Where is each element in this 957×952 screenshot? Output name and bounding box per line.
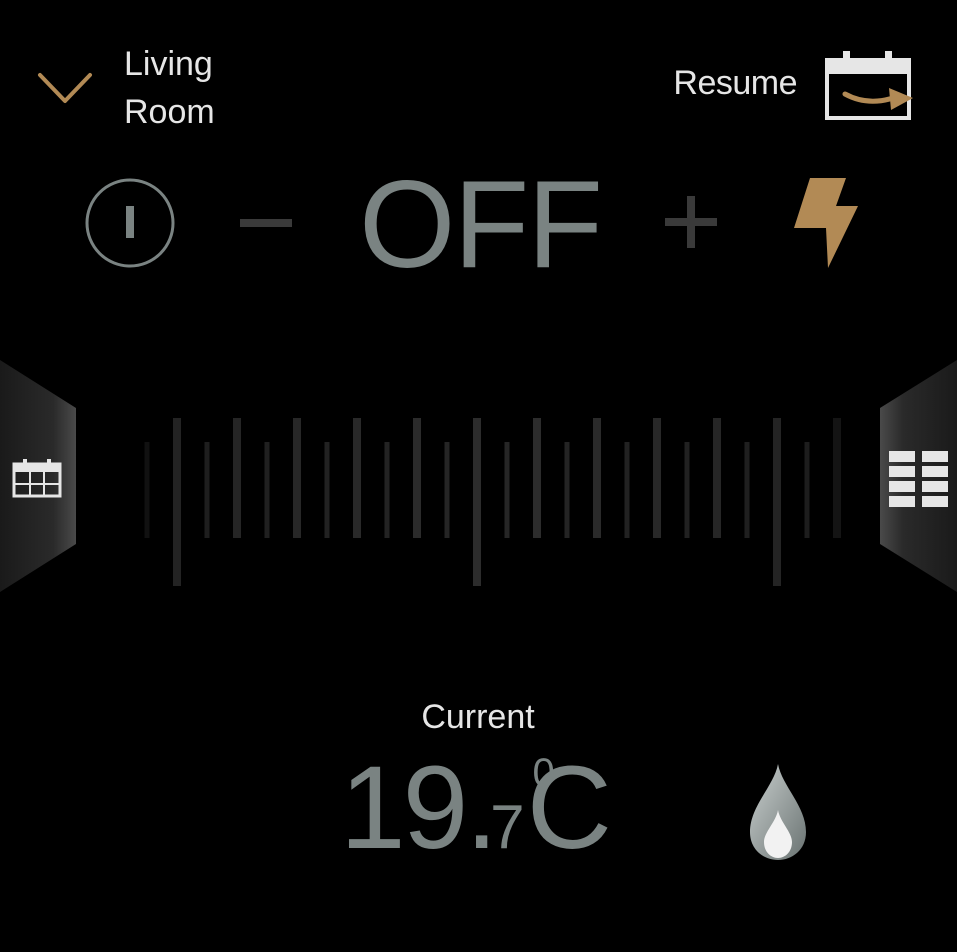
dial-tick <box>833 418 841 538</box>
power-icon <box>85 178 175 268</box>
resume-label[interactable]: Resume <box>673 64 797 103</box>
plus-icon <box>665 196 717 248</box>
calendar-icon <box>12 459 62 498</box>
increase-button[interactable] <box>662 192 720 252</box>
room-toggle-button[interactable] <box>30 60 100 116</box>
dial-tick <box>144 442 150 538</box>
grid-panel-button[interactable] <box>880 360 957 592</box>
dial-tick <box>593 418 601 538</box>
current-temperature: 19.70C <box>340 748 612 868</box>
degree-symbol: 0 <box>532 751 555 795</box>
boost-button[interactable] <box>788 172 864 272</box>
dial-tick <box>804 442 810 538</box>
decrease-button[interactable] <box>236 195 296 251</box>
current-label: Current <box>421 698 535 736</box>
dial-tick <box>653 418 661 538</box>
mode-display: OFF <box>359 156 603 294</box>
temp-integer: 19 <box>340 742 468 874</box>
minus-icon <box>240 219 292 227</box>
dial-tick <box>473 418 481 586</box>
schedule-panel-button[interactable] <box>0 360 76 592</box>
dial-tick <box>413 418 421 538</box>
room-name[interactable]: Living Room <box>124 40 284 136</box>
dial-tick <box>684 442 690 538</box>
dial-tick <box>564 442 570 538</box>
dial-tick <box>384 442 390 538</box>
room-name-line1: Living <box>124 45 213 83</box>
dial-tick <box>324 442 330 538</box>
power-button[interactable] <box>84 177 176 269</box>
chevron-down-icon <box>38 73 92 103</box>
dial-tick <box>204 442 210 538</box>
dial-tick <box>713 418 721 538</box>
room-name-line2: Room <box>124 93 215 131</box>
dial-tick <box>233 418 241 538</box>
grid-icon <box>889 451 948 507</box>
dial-tick <box>444 442 450 538</box>
dial-tick <box>264 442 270 538</box>
temp-decimal: 7 <box>490 793 525 862</box>
dial-tick <box>624 442 630 538</box>
dial-tick <box>773 418 781 586</box>
calendar-arrow-icon <box>825 51 913 120</box>
flame-icon <box>750 764 806 860</box>
lightning-icon <box>794 178 858 268</box>
dial-tick <box>504 442 510 538</box>
dial-tick <box>353 418 361 538</box>
dial-tick <box>173 418 181 586</box>
temperature-dial[interactable] <box>100 400 857 600</box>
resume-button[interactable] <box>823 48 917 124</box>
dial-tick <box>744 442 750 538</box>
dial-tick <box>293 418 301 538</box>
dial-tick <box>533 418 541 538</box>
heating-status <box>744 762 812 862</box>
